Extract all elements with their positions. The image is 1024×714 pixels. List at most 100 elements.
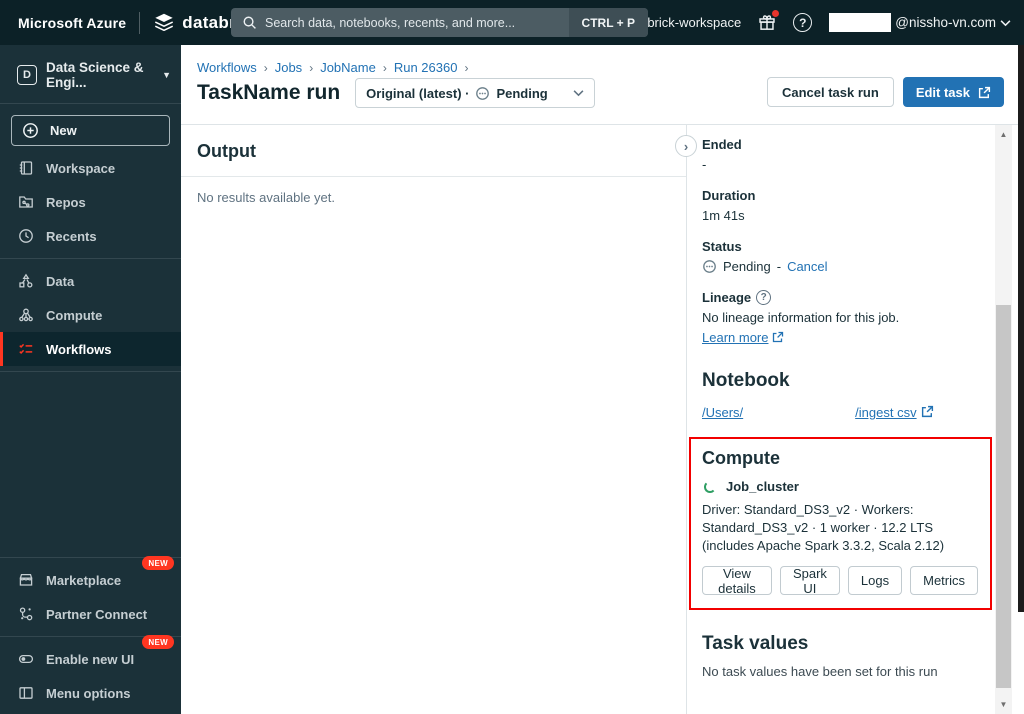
databricks-stack-icon: [153, 12, 175, 33]
cluster-icon: [17, 307, 34, 323]
logs-button[interactable]: Logs: [847, 566, 903, 595]
sidebar-item-label: Menu options: [46, 685, 131, 701]
sidebar-item-workspace[interactable]: Workspace: [0, 151, 181, 185]
chevron-down-icon: [573, 89, 584, 97]
run-version-select[interactable]: Original (latest) · Pending: [355, 78, 596, 108]
lineage-label-row: Lineage ?: [702, 290, 975, 305]
sidebar-item-label: Enable new UI: [46, 651, 135, 667]
run-content: Output No results available yet. › Ended…: [181, 125, 1024, 714]
breadcrumb-workflows[interactable]: Workflows: [197, 60, 257, 75]
user-name-redaction: [829, 13, 892, 32]
sidebar-item-menu-options[interactable]: Menu options: [0, 676, 181, 710]
notebook-heading: Notebook: [702, 370, 790, 391]
sidebar-item-label: Workspace: [46, 160, 116, 176]
status-field: Status Pending - Cancel: [702, 239, 975, 275]
sidebar-item-workflows[interactable]: Workflows: [0, 332, 181, 366]
ended-value: -: [702, 157, 707, 172]
global-search[interactable]: CTRL + P: [231, 8, 648, 37]
workspace-name[interactable]: dtbrick-workspace: [636, 15, 741, 30]
sidebar-item-partner-connect[interactable]: Partner Connect: [0, 597, 181, 631]
edit-task-button[interactable]: Edit task: [902, 77, 1004, 107]
lineage-field: Lineage ? No lineage information for thi…: [702, 290, 975, 346]
cancel-task-run-button[interactable]: Cancel task run: [766, 77, 894, 107]
window-edge-strip: [1018, 45, 1024, 612]
task-values-heading: Task values: [702, 633, 809, 654]
sidebar-item-data[interactable]: Data: [0, 264, 181, 298]
sidebar-item-enable-new-ui[interactable]: Enable new UI NEW: [0, 635, 181, 676]
breadcrumb-jobs[interactable]: Jobs: [275, 60, 302, 75]
pending-status-icon: [702, 259, 717, 274]
sidebar-item-label: Recents: [46, 228, 97, 244]
duration-field: Duration 1m 41s: [702, 188, 975, 224]
plus-circle-icon: [22, 122, 39, 139]
sidebar-item-marketplace[interactable]: Marketplace NEW: [0, 556, 181, 597]
search-input[interactable]: [265, 15, 569, 30]
status-separator: -: [776, 259, 782, 274]
sidebar-item-compute[interactable]: Compute: [0, 298, 181, 332]
sidebar-item-recents[interactable]: Recents: [0, 219, 181, 253]
repos-folder-icon: [17, 194, 34, 210]
edit-task-label: Edit task: [915, 84, 970, 100]
user-menu[interactable]: @nissho-vn.com: [829, 13, 1011, 32]
cluster-spinner-icon: [704, 480, 716, 493]
layout-panel-icon: [17, 685, 34, 701]
compute-buttons-row: View details Spark UI Logs Metrics: [702, 566, 978, 596]
whats-new-gift-button[interactable]: [758, 9, 780, 32]
topbar-divider: [139, 11, 141, 34]
status-cancel-link[interactable]: Cancel: [787, 258, 827, 275]
view-details-button[interactable]: View details: [702, 566, 772, 596]
panel-scrollbar[interactable]: ▲ ▼: [995, 125, 1012, 714]
spark-ui-button[interactable]: Spark UI: [779, 566, 840, 596]
breadcrumb-run[interactable]: Run 26360: [394, 60, 458, 75]
title-row: TaskName run Original (latest) · Pending: [197, 78, 596, 108]
sidebar-divider: [0, 371, 181, 372]
azure-label: Microsoft Azure: [18, 14, 127, 31]
external-link-icon: [772, 331, 784, 343]
notebook-path-link[interactable]: /Users/ /ingest csv: [702, 403, 917, 420]
clock-icon: [17, 228, 34, 244]
scroll-down-arrow[interactable]: ▼: [995, 697, 1012, 712]
duration-value: 1m 41s: [702, 208, 745, 223]
sidebar-item-label: Repos: [46, 194, 86, 210]
search-icon: [242, 15, 257, 30]
output-empty-message: No results available yet.: [197, 190, 336, 205]
sidebar-bottom-group: Marketplace NEW Partner Connect Enable n…: [0, 556, 181, 710]
metrics-button[interactable]: Metrics: [910, 566, 978, 595]
workspace-switcher[interactable]: D Data Science & Engi... ▼: [0, 45, 181, 103]
ended-field: Ended -: [702, 137, 975, 173]
output-heading: Output: [197, 141, 256, 161]
sidebar-item-repos[interactable]: Repos: [0, 185, 181, 219]
lineage-message: No lineage information for this job.: [702, 310, 900, 325]
status-label: Status: [702, 239, 742, 254]
lineage-help-icon[interactable]: ?: [756, 290, 772, 305]
pending-status-icon: [475, 86, 490, 101]
breadcrumb-jobname[interactable]: JobName: [320, 60, 376, 75]
new-badge: NEW: [142, 635, 174, 649]
scrollbar-thumb[interactable]: [996, 305, 1011, 688]
sidebar-item-new[interactable]: New: [11, 115, 170, 146]
notebook-path-suffix: /ingest csv: [855, 405, 917, 420]
cluster-row: Job_cluster: [704, 479, 978, 494]
breadcrumb: Workflows › Jobs › JobName › Run 26360 ›: [197, 60, 468, 75]
status-value-row: Pending - Cancel: [702, 258, 975, 275]
cluster-description: Driver: Standard_DS3_v2 · Workers: Stand…: [702, 502, 945, 553]
new-badge: NEW: [142, 556, 174, 570]
caret-down-icon: ▼: [162, 70, 171, 80]
compute-heading: Compute: [702, 448, 780, 468]
cluster-name: Job_cluster: [726, 479, 799, 494]
notebook-path-redaction: [743, 403, 856, 417]
scroll-up-arrow[interactable]: ▲: [995, 127, 1012, 142]
page-title: TaskName run: [197, 81, 341, 104]
ended-label: Ended: [702, 137, 742, 152]
help-button[interactable]: ?: [793, 13, 813, 32]
topbar-right-cluster: dtbrick-workspace ? @nissho-vn.com: [636, 9, 1011, 32]
status-value: Pending: [723, 259, 771, 274]
run-header: Workflows › Jobs › JobName › Run 26360 ›…: [181, 45, 1024, 125]
chevron-right-icon: ›: [683, 138, 689, 154]
workflows-checklist-icon: [17, 341, 34, 357]
lineage-learn-more-link[interactable]: Learn more: [702, 330, 768, 345]
sidebar-divider: [0, 103, 181, 104]
collapse-panel-button[interactable]: ›: [675, 135, 697, 157]
external-link-icon: [978, 86, 991, 99]
run-details-panel: Ended - Duration 1m 41s Status Pending -…: [687, 125, 995, 714]
